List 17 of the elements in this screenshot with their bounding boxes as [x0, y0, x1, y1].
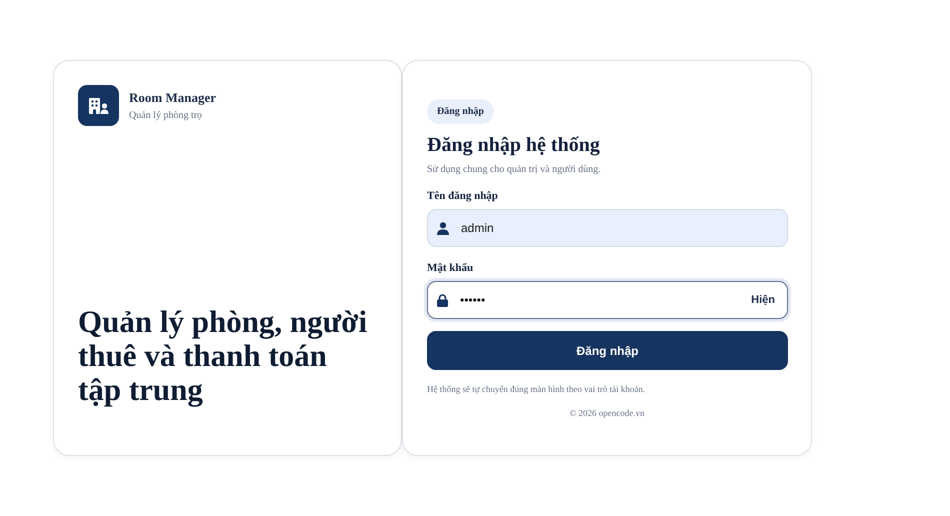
input-field[interactable]: admin [427, 209, 788, 247]
hero-heading: Quản lý phòng, người thuê và thanh toán tập trung [78, 305, 368, 407]
user-icon [437, 222, 449, 234]
app-subtitle: Quản lý phòng trọ [129, 110, 204, 121]
copyright-text: © 2026 opencode.vn [569, 408, 645, 418]
input-field[interactable]: •••••• Hiện [427, 281, 788, 319]
show-password-toggle[interactable]: Hiện [751, 294, 775, 306]
app-name: Room Manager [129, 90, 216, 106]
building-user-icon [78, 85, 119, 126]
form-title: Đăng nhập hệ thống [427, 134, 600, 157]
field-label: Mật khẩu [427, 262, 474, 274]
form-subtitle: Sử dụng chung cho quản trị và người dùng. [427, 164, 601, 175]
field-label: Tên đăng nhập [427, 190, 498, 202]
info-note: Hệ thống sẽ tự chuyển đúng màn hình theo vai trò tài khoản. [427, 384, 646, 394]
login-button[interactable]: Đăng nhập [427, 331, 788, 370]
section-badge: Đăng nhập [427, 99, 494, 124]
lock-icon [437, 294, 448, 306]
